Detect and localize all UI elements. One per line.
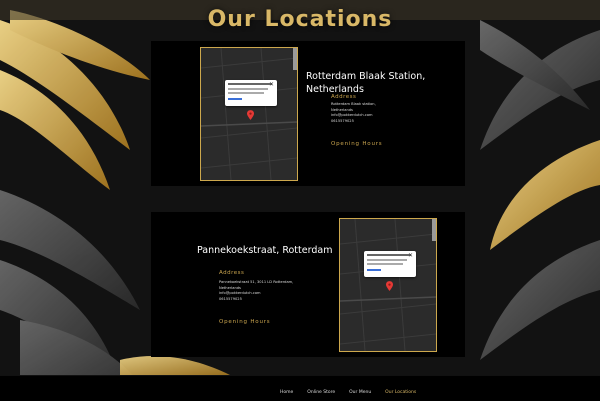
popup-text-line	[228, 92, 264, 94]
phone-line[interactable]: 0615579025	[219, 297, 293, 303]
opening-hours-label: Opening Hours	[219, 319, 271, 325]
location-title: Rotterdam Blaak Station, Netherlands	[306, 70, 426, 95]
location-map[interactable]: ✕	[200, 47, 298, 181]
location-card-blaak: ✕ Rotterdam Blaak Station, Netherlands A…	[151, 41, 465, 186]
map-info-popup: ✕	[364, 251, 416, 277]
page-title: Our Locations	[207, 6, 393, 32]
email-line[interactable]: info@pokkerdutch.com	[331, 113, 376, 119]
phone-line[interactable]: 0615579025	[331, 119, 376, 125]
popup-title-line	[228, 83, 272, 85]
footer: Home Online Store Our Menu Our Locations	[0, 375, 600, 401]
popup-text-line	[367, 263, 403, 265]
map-pin-icon[interactable]	[386, 281, 393, 291]
footer-link-our-menu[interactable]: Our Menu	[349, 390, 371, 395]
address-line: Pannekoekstraat 51, 3011 LD Rotterdam,	[219, 280, 294, 284]
location-map[interactable]: ✕	[339, 218, 437, 352]
location-card-pannekoekstraat: Pannekoekstraat, Rotterdam Address Panne…	[151, 212, 465, 357]
address-line: Rotterdam Blaak station,	[331, 102, 376, 106]
popup-text-line	[228, 88, 268, 90]
popup-view-larger-link[interactable]	[228, 98, 242, 100]
footer-link-home[interactable]: Home	[280, 390, 293, 395]
popup-view-larger-link[interactable]	[367, 269, 381, 271]
popup-title-line	[367, 254, 411, 256]
address-label: Address	[219, 270, 245, 276]
address-block: Pannekoekstraat 51, 3011 LD Rotterdam, N…	[219, 280, 293, 302]
footer-link-our-locations[interactable]: Our Locations	[385, 390, 416, 395]
opening-hours-label: Opening Hours	[331, 141, 383, 147]
address-label: Address	[331, 94, 357, 100]
close-icon[interactable]: ✕	[408, 252, 413, 259]
popup-text-line	[367, 259, 407, 261]
map-pin-icon[interactable]	[247, 110, 254, 120]
footer-link-online-store[interactable]: Online Store	[307, 390, 335, 395]
map-info-popup: ✕	[225, 80, 277, 106]
location-title: Pannekoekstraat, Rotterdam	[197, 244, 333, 256]
map-scrollbar[interactable]	[293, 48, 297, 70]
map-scrollbar[interactable]	[432, 219, 436, 241]
address-block: Rotterdam Blaak station, Netherlands inf…	[331, 102, 376, 124]
footer-nav: Home Online Store Our Menu Our Locations	[280, 390, 416, 395]
close-icon[interactable]: ✕	[269, 81, 274, 88]
